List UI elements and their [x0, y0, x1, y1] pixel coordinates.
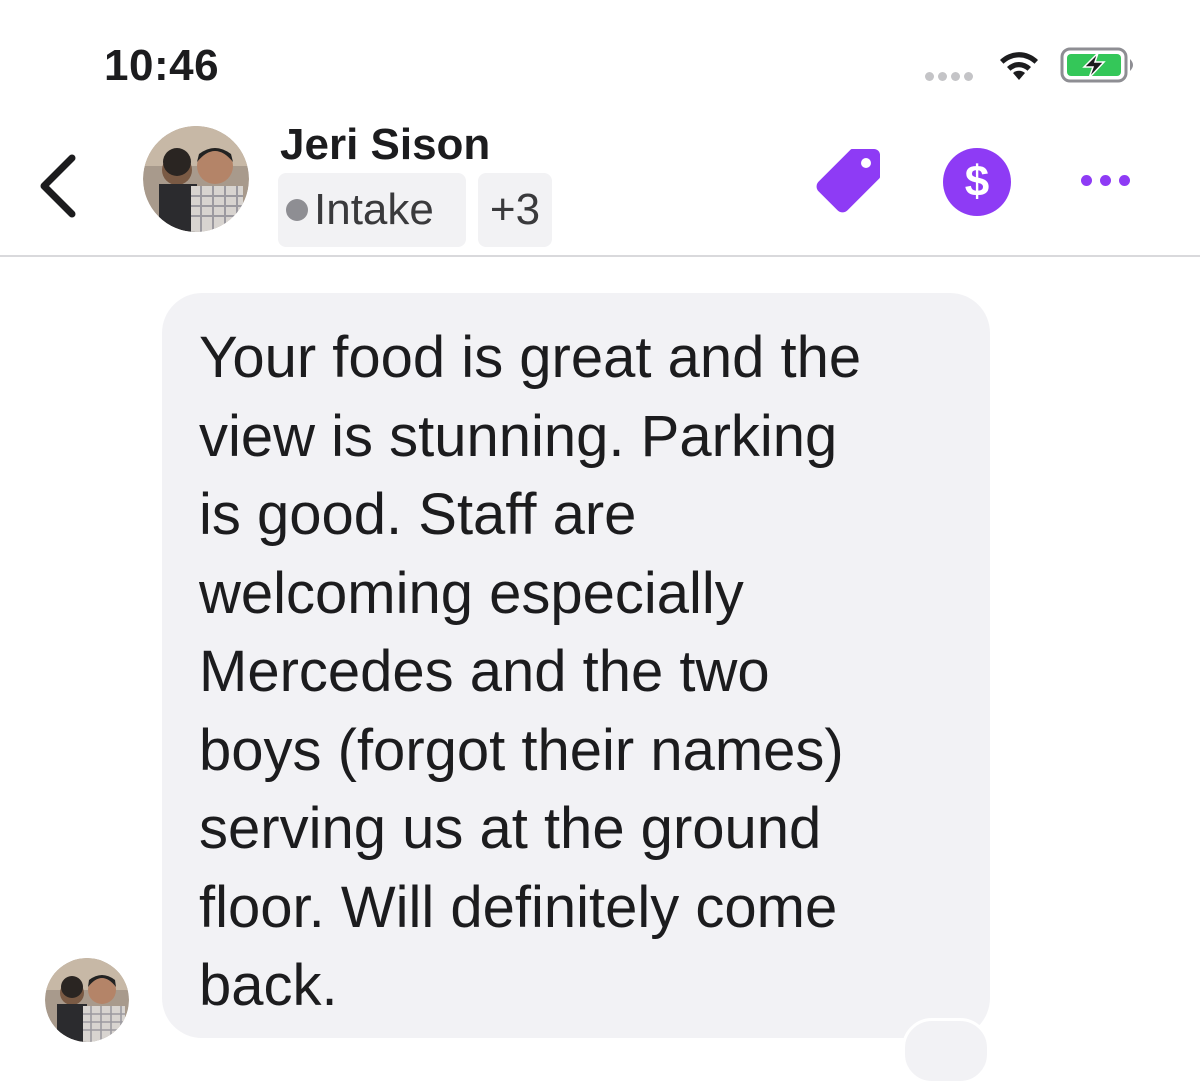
cellular-signal-icon	[925, 72, 973, 81]
dollar-icon: $	[964, 157, 990, 206]
more-tags-count: +3	[489, 185, 541, 234]
stage-tag-label: Intake	[314, 185, 434, 234]
conversation-header: Jeri Sison Intake +3 $	[0, 110, 1200, 257]
tag-icon[interactable]	[812, 145, 884, 217]
more-dots-icon[interactable]	[1070, 165, 1140, 195]
payment-button[interactable]: $	[943, 148, 1011, 216]
status-time: 10:46	[104, 41, 220, 90]
contact-name[interactable]: Jeri Sison	[280, 120, 490, 170]
message-text: Your food is great and the view is stunn…	[199, 325, 862, 1018]
battery-charging-icon	[1060, 47, 1133, 83]
contact-avatar[interactable]	[143, 126, 249, 232]
wifi-icon	[1000, 52, 1038, 80]
status-bar: 10:46	[0, 0, 1200, 110]
stage-tag-chip[interactable]: Intake	[278, 173, 466, 247]
status-dot-icon	[286, 199, 308, 221]
sender-avatar	[45, 958, 129, 1042]
more-tags-chip[interactable]: +3	[478, 173, 552, 247]
back-chevron-icon[interactable]	[30, 150, 90, 220]
reaction-badge[interactable]	[902, 1018, 990, 1084]
message-bubble[interactable]: Your food is great and the view is stunn…	[162, 293, 990, 1038]
